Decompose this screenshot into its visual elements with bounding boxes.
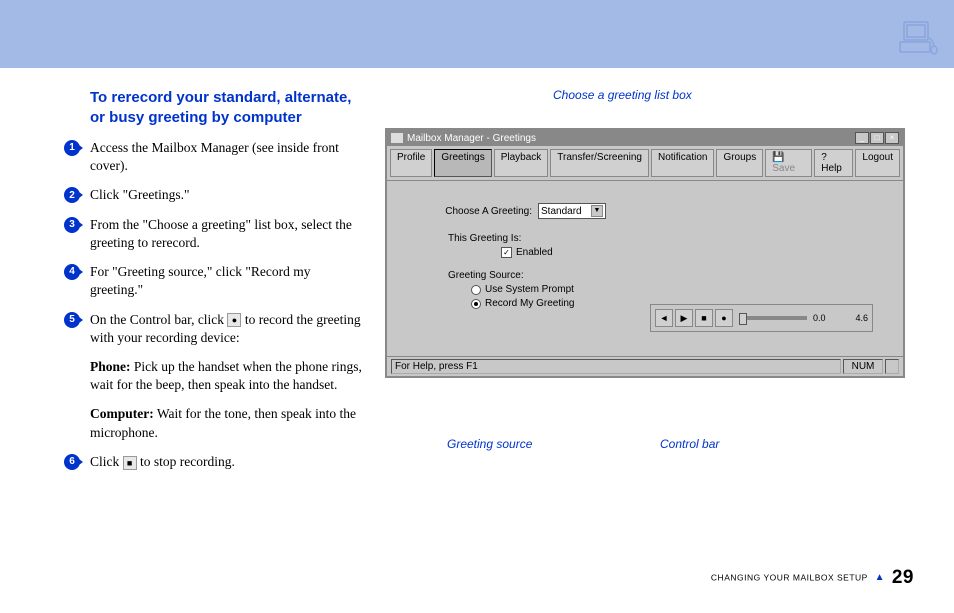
notification-tab[interactable]: Notification	[651, 149, 714, 177]
status-num: NUM	[843, 359, 883, 374]
transfer-tab[interactable]: Transfer/Screening	[550, 149, 649, 177]
main-content: To rerecord your standard, alternate, or…	[0, 68, 954, 482]
maximize-button[interactable]: □	[870, 132, 884, 144]
greetings-tab[interactable]: Greetings	[434, 149, 491, 177]
record-icon: ●	[227, 313, 241, 327]
step-text: Access the Mailbox Manager (see inside f…	[90, 140, 339, 173]
step-4: 4 For "Greeting source," click "Record m…	[90, 263, 365, 299]
choose-greeting-row: Choose A Greeting: Standard ▼	[423, 203, 867, 219]
play-button[interactable]: ▶	[675, 309, 693, 327]
record-my-greeting-radio[interactable]	[471, 299, 481, 309]
window-title-text: Mailbox Manager - Greetings	[407, 133, 536, 144]
computer-icon	[898, 20, 940, 63]
step-6: 6 Click ■ to stop recording.	[90, 453, 365, 471]
computer-label: Computer:	[90, 406, 154, 421]
time-end: 4.6	[855, 313, 868, 323]
status-help-text: For Help, press F1	[391, 359, 841, 374]
minimize-button[interactable]: _	[855, 132, 869, 144]
callout-control-bar: Control bar	[660, 437, 719, 452]
enabled-row: ✓ Enabled	[501, 247, 867, 258]
step-badge: 3	[64, 217, 80, 233]
page-banner	[0, 0, 954, 68]
stop-button[interactable]: ■	[695, 309, 713, 327]
footer-section: CHANGING YOUR MAILBOX SETUP	[711, 572, 868, 582]
step-badge: 2	[64, 187, 80, 203]
step-3: 3 From the "Choose a greeting" list box,…	[90, 216, 365, 252]
step-badge: 6	[64, 454, 80, 470]
opt-label: Record My Greeting	[485, 298, 574, 309]
app-icon	[391, 133, 403, 143]
playback-tab[interactable]: Playback	[494, 149, 549, 177]
window-titlebar: Mailbox Manager - Greetings _ □ ×	[387, 130, 903, 146]
triangle-icon: ▲	[875, 572, 885, 583]
step-1: 1 Access the Mailbox Manager (see inside…	[90, 139, 365, 175]
step-5: 5 On the Control bar, click ● to record …	[90, 311, 365, 347]
step-5-phone: Phone: Pick up the handset when the phon…	[90, 358, 365, 394]
control-bar: ◄ ▶ ■ ● 0.0 4.6	[650, 304, 873, 332]
section-heading: To rerecord your standard, alternate, or…	[90, 88, 365, 127]
use-system-prompt-radio[interactable]	[471, 285, 481, 295]
enabled-checkbox[interactable]: ✓	[501, 247, 512, 258]
callout-greeting-listbox: Choose a greeting list box	[553, 88, 692, 103]
step-text-a: Click	[90, 454, 123, 469]
step-badge: 4	[64, 264, 80, 280]
phone-label: Phone:	[90, 359, 131, 374]
screenshot-column: Choose a greeting list box Mailbox Manag…	[385, 88, 914, 482]
step-text: From the "Choose a greeting" list box, s…	[90, 217, 352, 250]
page-number: 29	[892, 567, 914, 588]
toolbar: Profile Greetings Playback Transfer/Scre…	[387, 146, 903, 181]
help-button[interactable]: ? Help	[814, 149, 853, 177]
greeting-is-label: This Greeting Is:	[448, 233, 867, 244]
position-slider[interactable]	[739, 316, 807, 320]
enabled-label: Enabled	[516, 247, 553, 258]
step-2: 2 Click "Greetings."	[90, 186, 365, 204]
use-system-prompt-row: Use System Prompt	[471, 284, 867, 295]
save-button[interactable]: 💾 Save	[765, 149, 812, 177]
phone-text: Pick up the handset when the phone rings…	[90, 359, 362, 392]
step-text-a: On the Control bar, click	[90, 312, 227, 327]
step-text-b: to stop recording.	[137, 454, 235, 469]
step-badge: 1	[64, 140, 80, 156]
choose-greeting-dropdown[interactable]: Standard ▼	[538, 203, 606, 219]
dropdown-value: Standard	[541, 206, 582, 217]
app-window: Mailbox Manager - Greetings _ □ × Profil…	[385, 128, 905, 378]
record-button[interactable]: ●	[715, 309, 733, 327]
close-button[interactable]: ×	[885, 132, 899, 144]
window-controls: _ □ ×	[855, 132, 899, 144]
status-bar: For Help, press F1 NUM	[387, 356, 903, 376]
step-5-computer: Computer: Wait for the tone, then speak …	[90, 405, 365, 441]
choose-greeting-label: Choose A Greeting:	[423, 206, 538, 217]
chevron-down-icon: ▼	[591, 205, 603, 217]
save-label: Save	[772, 163, 795, 174]
step-text: Click "Greetings."	[90, 187, 190, 202]
status-resize-grip	[885, 359, 899, 374]
profile-tab[interactable]: Profile	[390, 149, 432, 177]
opt-label: Use System Prompt	[485, 284, 574, 295]
stop-icon: ■	[123, 456, 137, 470]
prev-button[interactable]: ◄	[655, 309, 673, 327]
greetings-form: Choose A Greeting: Standard ▼ This Greet…	[387, 181, 903, 356]
logout-button[interactable]: Logout	[855, 149, 900, 177]
callout-greeting-source: Greeting source	[447, 437, 532, 452]
step-list: 1 Access the Mailbox Manager (see inside…	[90, 139, 365, 471]
instructions-column: To rerecord your standard, alternate, or…	[40, 88, 385, 482]
step-badge: 5	[64, 312, 80, 328]
step-text: For "Greeting source," click "Record my …	[90, 264, 310, 297]
groups-tab[interactable]: Groups	[716, 149, 763, 177]
page-footer: CHANGING YOUR MAILBOX SETUP ▲ 29	[711, 567, 914, 589]
greeting-source-label: Greeting Source:	[448, 270, 867, 281]
time-start: 0.0	[813, 313, 826, 323]
